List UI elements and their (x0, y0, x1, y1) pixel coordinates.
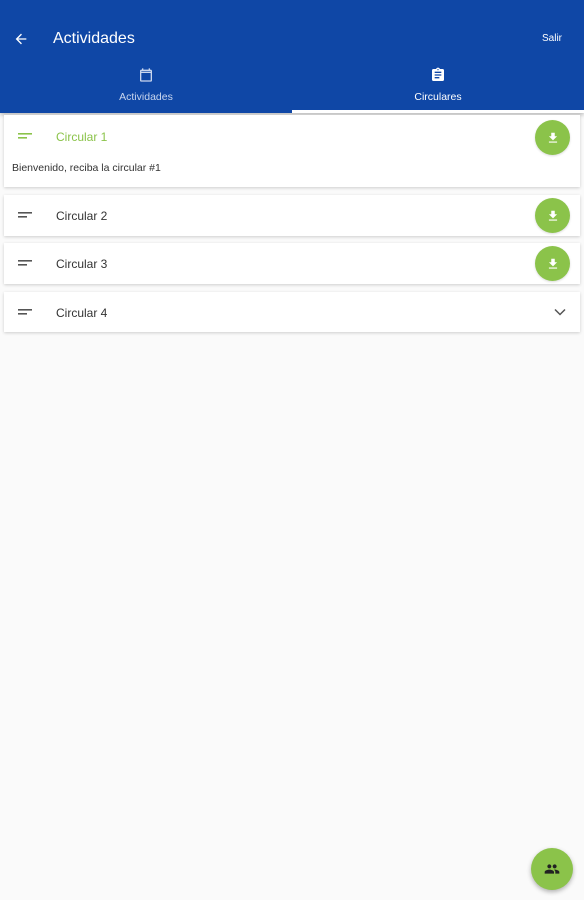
circular-title: Circular 2 (56, 209, 108, 223)
logout-button[interactable]: Salir (542, 33, 562, 44)
back-button[interactable] (10, 28, 32, 50)
arrow-left-icon (15, 33, 27, 45)
download-button[interactable] (535, 120, 570, 155)
tab-circulares[interactable]: Circulares (292, 62, 584, 113)
circular-card-2[interactable]: Circular 2 (4, 195, 580, 236)
page-title: Actividades (53, 30, 135, 47)
chevron-down-icon[interactable] (554, 308, 566, 316)
circular-card-1[interactable]: Circular 1 Bienvenido, reciba la circula… (4, 115, 580, 187)
short-text-icon (18, 309, 32, 315)
download-button[interactable] (535, 198, 570, 233)
download-icon (548, 258, 557, 269)
download-icon (548, 132, 557, 143)
group-fab-button[interactable] (531, 848, 573, 890)
circular-description: Bienvenido, reciba la circular #1 (12, 162, 161, 174)
short-text-icon (18, 212, 32, 218)
short-text-icon (18, 133, 32, 139)
tab-actividades[interactable]: Actividades (0, 62, 292, 113)
circular-card-3[interactable]: Circular 3 (4, 243, 580, 284)
tab-label: Circulares (414, 91, 462, 103)
short-text-icon (18, 260, 32, 266)
circular-title: Circular 4 (56, 306, 108, 320)
circular-title: Circular 1 (56, 130, 108, 144)
circular-title: Circular 3 (56, 257, 108, 271)
group-icon (544, 864, 560, 874)
download-icon (548, 210, 557, 221)
tab-indicator (292, 110, 584, 113)
clipboard-icon (432, 67, 444, 81)
calendar-icon (140, 68, 152, 82)
circular-card-4[interactable]: Circular 4 (4, 292, 580, 332)
app-bar: Actividades Salir Actividades Circulares (0, 0, 584, 113)
download-button[interactable] (535, 246, 570, 281)
tab-label: Actividades (119, 91, 173, 103)
